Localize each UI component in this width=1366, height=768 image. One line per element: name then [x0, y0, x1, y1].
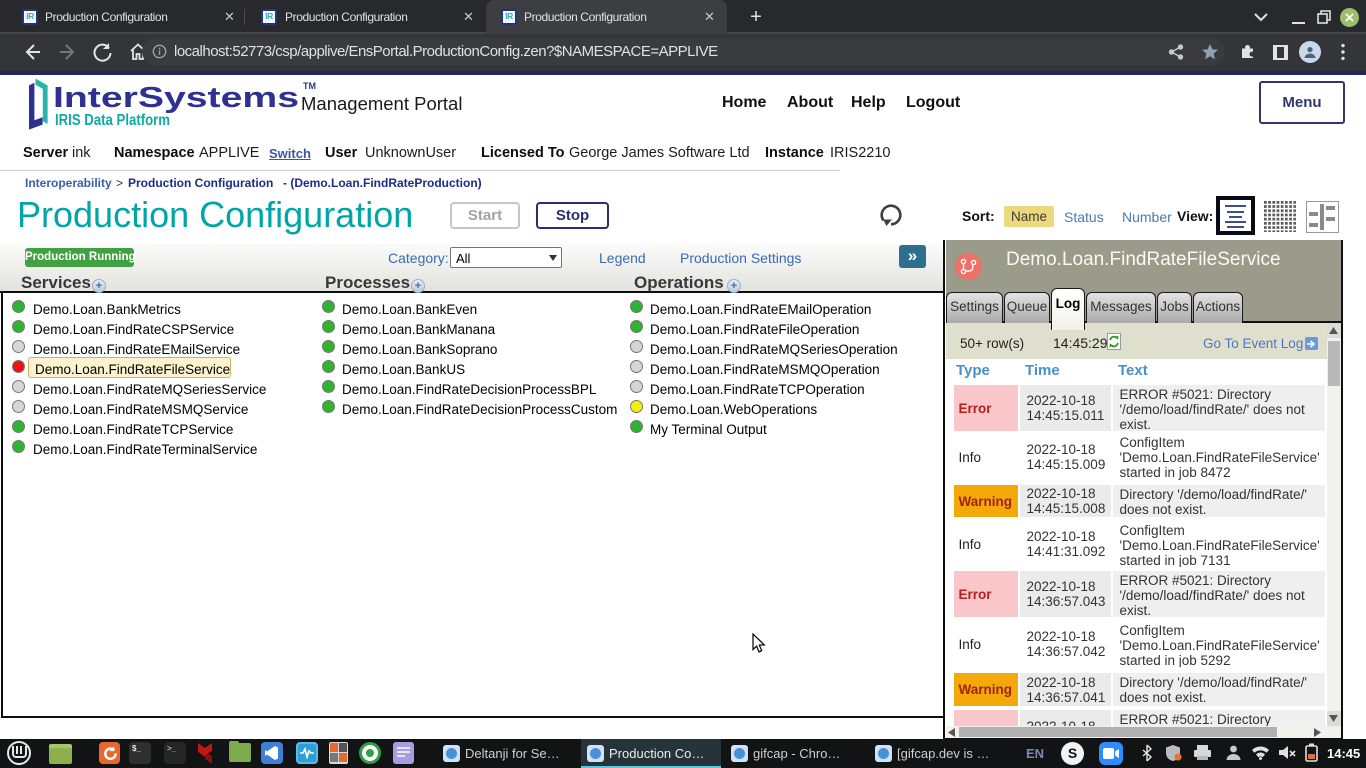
svg-text:InterSystems: InterSystems: [53, 82, 299, 114]
svg-text:TM: TM: [303, 81, 316, 91]
svg-text:IRIS Data Platform: IRIS Data Platform: [55, 112, 170, 129]
